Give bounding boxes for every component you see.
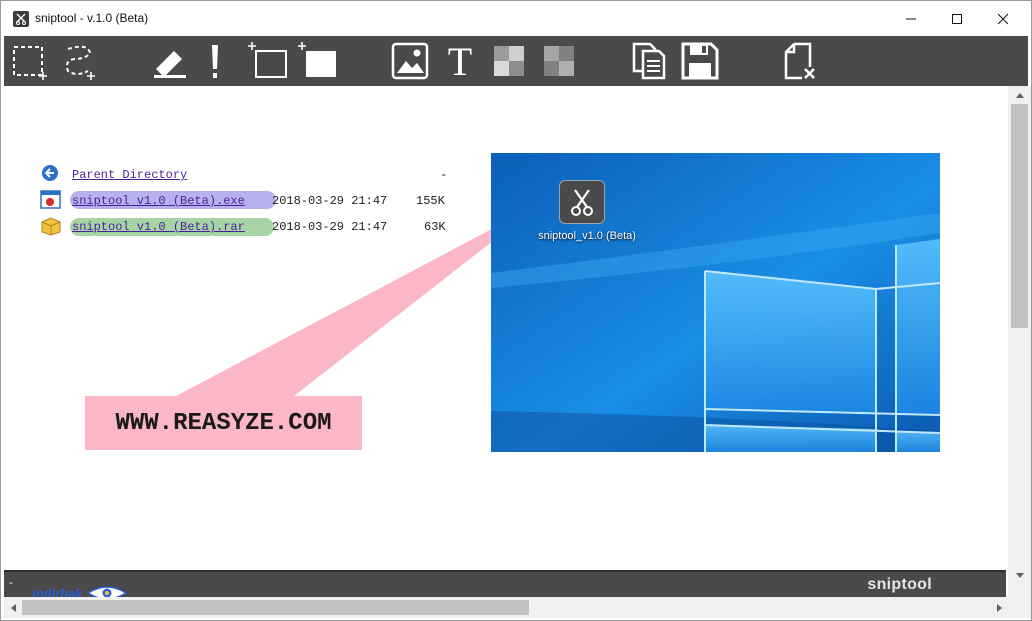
desktop-screenshot: sniptool_v1.0 (Beta): [491, 153, 940, 452]
blur-icon: [544, 46, 574, 76]
capture-canvas[interactable]: Parent Directory - sniptool v1.0 (Beta).…: [4, 86, 1008, 569]
tool-rectangle-outline[interactable]: [246, 41, 290, 81]
tool-copy[interactable]: [630, 41, 670, 81]
close-icon: [997, 13, 1009, 24]
tool-blur[interactable]: [542, 41, 576, 81]
status-text: -: [9, 577, 13, 589]
close-file-icon: [784, 42, 815, 80]
text-icon: T: [447, 38, 473, 84]
scroll-right-button[interactable]: [991, 597, 1008, 618]
rectangle-selection-icon: [13, 46, 47, 80]
maximize-icon: [952, 13, 962, 24]
desktop-icon-label: sniptool_v1.0 (Beta): [538, 230, 636, 242]
tool-close-capture[interactable]: [780, 41, 820, 81]
vertical-scrollbar[interactable]: [1008, 86, 1031, 584]
chevron-up-icon: [1015, 92, 1024, 98]
tool-freeform-select-add[interactable]: [58, 41, 98, 81]
image-icon: [391, 42, 429, 80]
back-arrow-icon: [42, 165, 58, 181]
parent-directory-link[interactable]: Parent Directory: [72, 168, 187, 182]
pixelate-icon: [494, 46, 524, 76]
brand-label: sniptool: [867, 576, 932, 593]
highlighter-icon: [154, 51, 186, 78]
save-icon: [681, 42, 719, 80]
status-bar: - indirbak sniptool: [4, 570, 1006, 601]
exe-file-link[interactable]: sniptool v1.0 (Beta).exe: [72, 194, 245, 208]
rar-file-size: 63K: [424, 220, 446, 234]
rectangle-filled-icon: [298, 42, 336, 77]
minimize-button[interactable]: [888, 1, 934, 36]
horizontal-scrollbar[interactable]: [4, 597, 1008, 618]
exclamation-marker-icon: [212, 45, 218, 78]
tool-marker[interactable]: [200, 41, 230, 81]
archive-box-icon: [41, 217, 61, 236]
tool-text[interactable]: T: [440, 39, 480, 84]
tool-image[interactable]: [390, 41, 430, 81]
listing-row-exe: sniptool v1.0 (Beta).exe 2018-03-29 21:4…: [40, 190, 460, 212]
horizontal-scroll-thumb[interactable]: [22, 600, 529, 615]
exe-file-icon: [40, 190, 61, 209]
toolbar: T: [4, 36, 1028, 86]
rar-file-link[interactable]: sniptool v1.0 (Beta).rar: [72, 220, 245, 234]
tool-rect-select-add[interactable]: [10, 41, 50, 81]
tool-rectangle-filled[interactable]: [296, 41, 340, 81]
rectangle-outline-icon: [248, 42, 287, 78]
exe-file-size: 155K: [416, 194, 445, 208]
parent-size: -: [440, 168, 448, 182]
exe-file-date: 2018-03-29 21:47: [272, 194, 388, 208]
callout-label: WWW.REASYZE.COM: [85, 396, 362, 450]
vertical-scroll-thumb[interactable]: [1011, 104, 1028, 328]
scissors-app-icon: [13, 11, 29, 27]
copy-icon: [632, 42, 666, 80]
scroll-up-button[interactable]: [1008, 86, 1031, 103]
window-title: sniptool - v.1.0 (Beta): [35, 11, 149, 25]
minimize-icon: [906, 18, 916, 19]
scroll-left-button[interactable]: [4, 597, 21, 618]
title-bar: sniptool - v.1.0 (Beta): [1, 1, 1031, 36]
tool-save[interactable]: [680, 41, 720, 81]
tool-pixelate[interactable]: [492, 41, 526, 81]
listing-row-parent: Parent Directory -: [40, 164, 460, 186]
maximize-button[interactable]: [934, 1, 980, 36]
chevron-left-icon: [10, 603, 16, 612]
close-button[interactable]: [980, 1, 1026, 36]
tool-highlighter[interactable]: [150, 41, 190, 81]
scissors-icon: [571, 189, 593, 216]
sniptool-desktop-icon[interactable]: [559, 180, 605, 224]
lasso-selection-icon: [65, 45, 95, 80]
listing-row-rar: sniptool v1.0 (Beta).rar 2018-03-29 21:4…: [40, 216, 460, 238]
chevron-down-icon: [1015, 572, 1024, 578]
scroll-down-button[interactable]: [1008, 567, 1031, 584]
rar-file-date: 2018-03-29 21:47: [272, 220, 388, 234]
app-window: sniptool - v.1.0 (Beta) T Parent Directo…: [0, 0, 1032, 621]
scrollbar-corner: [1008, 584, 1031, 618]
chevron-right-icon: [996, 603, 1002, 612]
